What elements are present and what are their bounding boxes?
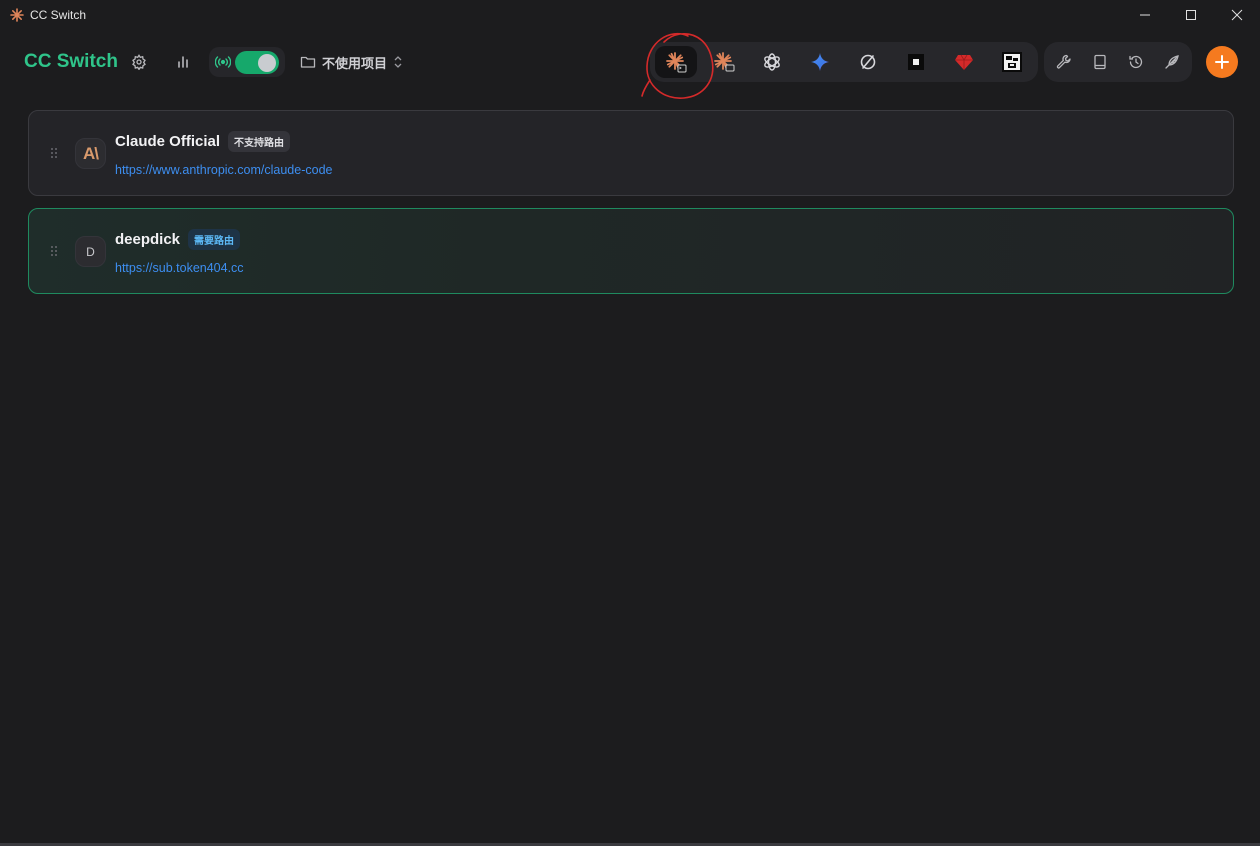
project-label: 不使用项目 [322, 55, 388, 71]
window-title: CC Switch [30, 8, 87, 22]
app-logo-icon [10, 8, 24, 22]
stats-button[interactable] [171, 50, 195, 74]
history-button[interactable] [1124, 50, 1148, 74]
close-icon [1231, 9, 1243, 21]
prompts-button[interactable] [1088, 50, 1112, 74]
provider-name-row: deepdick 需要路由 [115, 229, 241, 250]
chevron-updown-icon [394, 56, 402, 68]
maximize-icon [1186, 10, 1196, 20]
history-icon [1129, 55, 1143, 69]
routing-badge: 不支持路由 [228, 131, 291, 152]
add-provider-button[interactable] [1206, 46, 1238, 78]
folder-icon [300, 56, 316, 68]
brand-title: CC Switch [24, 51, 118, 72]
gemini-icon [811, 53, 829, 71]
app-gemini-button[interactable] [799, 46, 841, 78]
provider-card-deepdick[interactable]: D deepdick 需要路由 https://sub.token404.cc [28, 208, 1234, 294]
provider-name-row: Claude Official 不支持路由 [115, 131, 291, 152]
title-bar: CC Switch [0, 0, 1260, 30]
provider-list: A\ Claude Official 不支持路由 https://www.ant… [28, 110, 1234, 306]
settings-button[interactable] [127, 50, 151, 74]
grip-icon [51, 246, 57, 256]
openai-icon [764, 53, 780, 71]
red-gem-icon [955, 54, 973, 70]
feather-icon [1165, 55, 1179, 69]
proxy-toggle[interactable] [235, 51, 279, 74]
app-pixel-button[interactable] [991, 46, 1033, 78]
toggle-knob [258, 53, 276, 72]
provider-avatar: D [75, 236, 106, 267]
grip-icon [51, 148, 57, 158]
drag-handle[interactable] [49, 146, 59, 160]
window-controls [1122, 0, 1260, 30]
sync-circle-icon [860, 54, 876, 70]
book-icon [1094, 54, 1106, 70]
minimize-icon [1140, 14, 1150, 16]
minimize-button[interactable] [1122, 0, 1168, 30]
plus-icon [1215, 55, 1229, 69]
provider-name: Claude Official [115, 133, 221, 150]
drag-handle[interactable] [49, 244, 59, 258]
app-sync-button[interactable] [847, 46, 889, 78]
app-claude-desktop-button[interactable] [703, 46, 745, 78]
proxy-control [209, 47, 285, 77]
radio-tower-icon [215, 55, 231, 69]
maximize-button[interactable] [1168, 0, 1214, 30]
project-selector[interactable]: 不使用项目 [300, 50, 403, 74]
tools-bar [1044, 42, 1192, 82]
routing-badge: 需要路由 [188, 229, 241, 250]
provider-url-link[interactable]: https://www.anthropic.com/claude-code [115, 163, 332, 177]
tools-button[interactable] [1052, 50, 1076, 74]
skills-button[interactable] [1160, 50, 1184, 74]
app-claude-code-button[interactable] [655, 46, 697, 78]
app-square-button[interactable] [895, 46, 937, 78]
app-header: CC Switch 不使用项目 [0, 30, 1260, 96]
gear-icon [132, 54, 146, 70]
pixel-face-icon [1002, 52, 1022, 72]
app-codex-button[interactable] [751, 46, 793, 78]
claude-terminal-icon [666, 52, 687, 73]
wrench-icon [1056, 54, 1071, 69]
bar-chart-icon [178, 56, 188, 68]
provider-url-link[interactable]: https://sub.token404.cc [115, 261, 244, 275]
app-gem-button[interactable] [943, 46, 985, 78]
close-button[interactable] [1214, 0, 1260, 30]
provider-card-claude-official[interactable]: A\ Claude Official 不支持路由 https://www.ant… [28, 110, 1234, 196]
claude-desktop-icon [714, 52, 735, 72]
provider-avatar: A\ [75, 138, 106, 169]
app-switcher [650, 42, 1038, 82]
black-square-icon [908, 54, 924, 70]
provider-name: deepdick [115, 231, 181, 248]
